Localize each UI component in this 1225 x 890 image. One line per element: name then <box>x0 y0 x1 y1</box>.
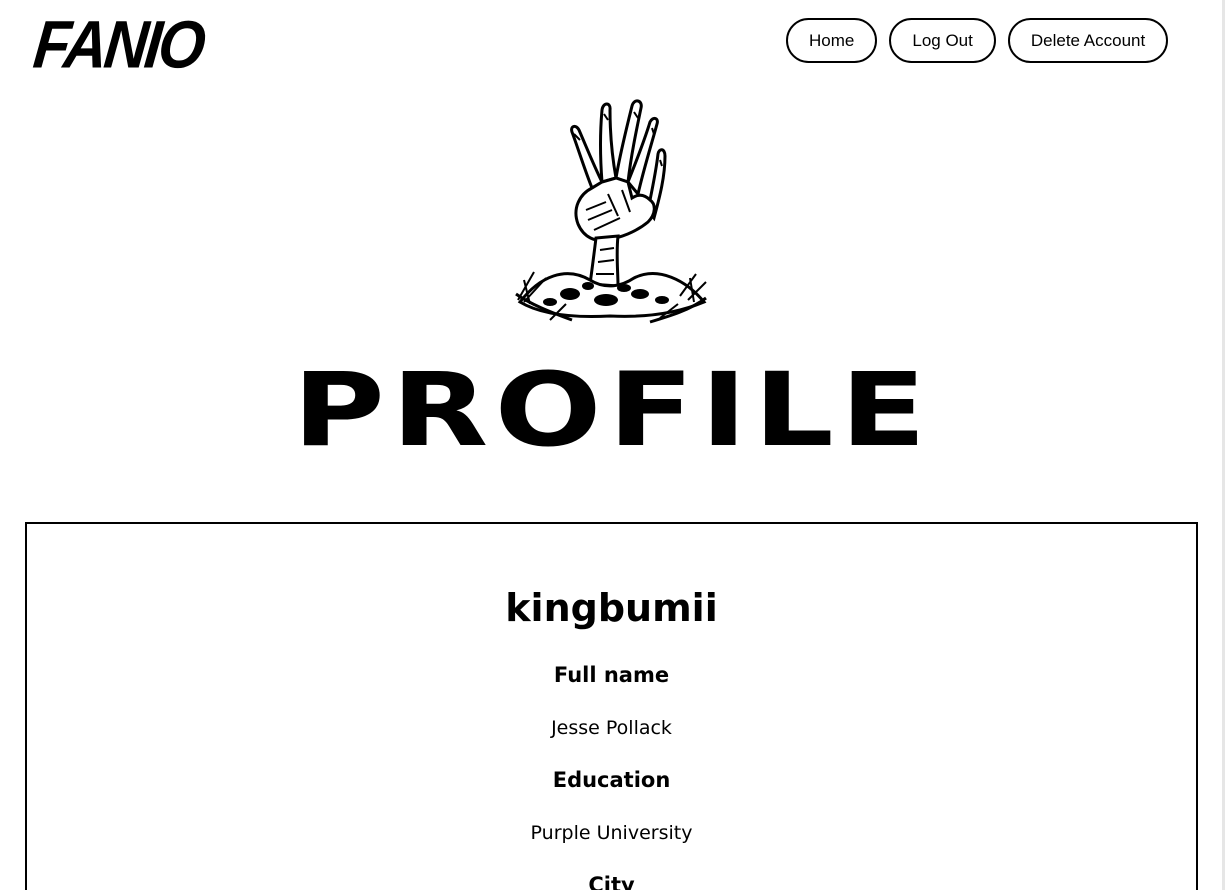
page-title: PROFILE <box>292 351 933 470</box>
site-logo[interactable]: FANIO <box>30 7 206 82</box>
full-name-label: Full name <box>553 663 670 687</box>
home-button[interactable]: Home <box>786 18 878 63</box>
log-out-button[interactable]: Log Out <box>889 18 996 63</box>
top-nav: Home Log Out Delete Account <box>786 18 1169 63</box>
city-label: City <box>588 873 635 890</box>
education-value: Purple University <box>530 822 693 844</box>
zombie-hand-icon <box>515 99 707 324</box>
profile-page: FANIO Home Log Out Delete Account PROFIL… <box>0 0 1225 890</box>
full-name-value: Jesse Pollack <box>551 717 672 739</box>
profile-card: kingbumii Full name Jesse Pollack Educat… <box>25 522 1198 890</box>
delete-account-button[interactable]: Delete Account <box>1007 18 1169 63</box>
education-label: Education <box>552 768 671 792</box>
username: kingbumii <box>505 586 718 630</box>
